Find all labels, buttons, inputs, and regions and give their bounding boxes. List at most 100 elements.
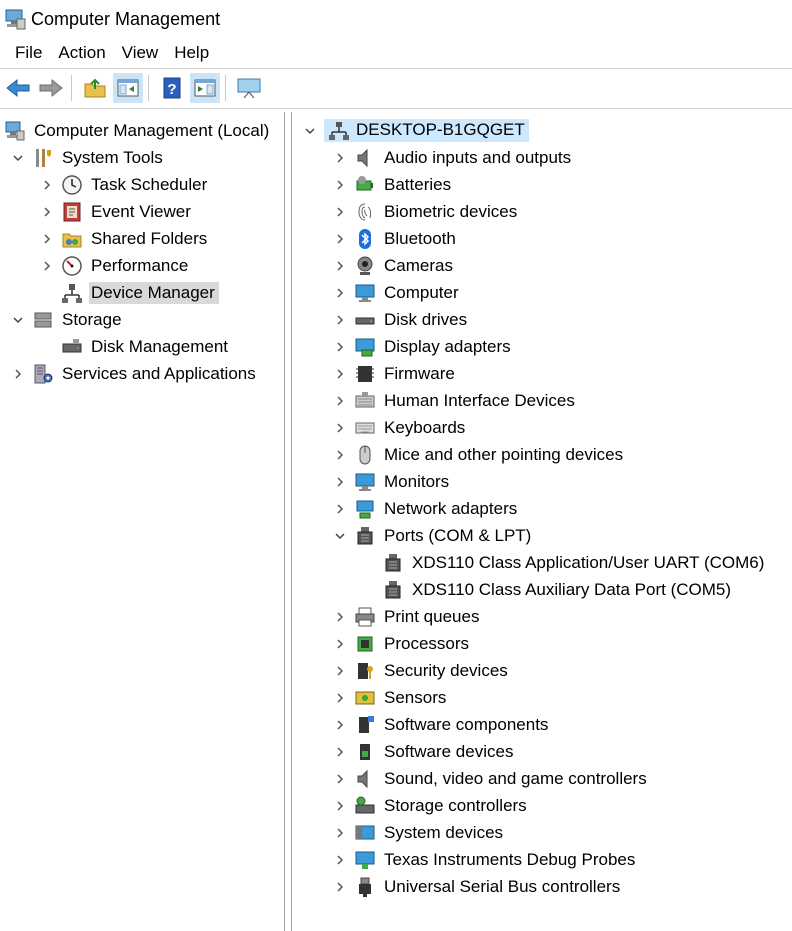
chevron-right-icon[interactable] (332, 231, 348, 247)
chevron-right-icon[interactable] (332, 771, 348, 787)
device-category-item[interactable]: Biometric devices (332, 198, 521, 225)
computer-icon (354, 282, 376, 304)
chevron-right-icon[interactable] (332, 825, 348, 841)
back-arrow-icon[interactable] (3, 73, 33, 103)
device-category-item[interactable]: Bluetooth (332, 225, 460, 252)
chevron-right-icon[interactable] (332, 420, 348, 436)
device-category-item[interactable]: Texas Instruments Debug Probes (332, 846, 639, 873)
chevron-right-icon[interactable] (332, 798, 348, 814)
device-tree-pane[interactable]: DESKTOP-B1GQGET Audio inputs and outputs… (291, 112, 792, 931)
device-category-item[interactable]: Storage controllers (332, 792, 531, 819)
chevron-right-icon[interactable] (39, 204, 55, 220)
device-category-item[interactable]: Network adapters (332, 495, 521, 522)
chevron-right-icon[interactable] (332, 474, 348, 490)
chevron-right-icon[interactable] (332, 177, 348, 193)
device-category-item[interactable]: Security devices (332, 657, 512, 684)
device-root-node[interactable]: DESKTOP-B1GQGET (302, 117, 529, 144)
menu-view[interactable]: View (114, 43, 167, 63)
tree-node-computer-management[interactable]: Computer Management (Local) (4, 117, 273, 144)
device-category-item[interactable]: Batteries (332, 171, 455, 198)
title-bar: Computer Management (0, 0, 792, 38)
chevron-right-icon[interactable] (332, 312, 348, 328)
chevron-right-icon[interactable] (332, 150, 348, 166)
show-hide-console-tree-icon[interactable] (113, 73, 143, 103)
chevron-down-icon[interactable] (10, 150, 26, 166)
device-category-item[interactable]: Mice and other pointing devices (332, 441, 627, 468)
device-category-item[interactable]: Software components (332, 711, 552, 738)
chevron-down-icon[interactable] (332, 528, 348, 544)
device-category-item[interactable]: Sensors (332, 684, 450, 711)
device-category-item[interactable]: Human Interface Devices (332, 387, 579, 414)
tree-node-shared-folders[interactable]: Shared Folders (39, 225, 211, 252)
menu-file[interactable]: File (0, 43, 50, 63)
device-category-label: System devices (384, 822, 504, 842)
console-tree-pane[interactable]: Computer Management (Local) System Tools… (0, 112, 285, 931)
security-device-icon (354, 660, 376, 682)
device-category-item[interactable]: Firmware (332, 360, 459, 387)
tree-node-event-viewer[interactable]: Event Viewer (39, 198, 195, 225)
port-device-item[interactable]: XDS110 Class Application/User UART (COM6… (360, 549, 768, 576)
show-hide-action-pane-icon[interactable] (190, 73, 220, 103)
toolbar-divider (0, 108, 792, 109)
chevron-right-icon[interactable] (332, 690, 348, 706)
tree-label: Performance (91, 255, 189, 275)
device-category-item[interactable]: Print queues (332, 603, 483, 630)
device-category-label: Disk drives (384, 309, 468, 329)
chevron-right-icon[interactable] (10, 366, 26, 382)
tree-node-device-manager[interactable]: Device Manager (39, 279, 219, 306)
device-category-item[interactable]: Audio inputs and outputs (332, 144, 575, 171)
device-category-item[interactable]: Software devices (332, 738, 517, 765)
tree-node-task-scheduler[interactable]: Task Scheduler (39, 171, 211, 198)
tree-label: Storage (62, 309, 122, 329)
device-category-item[interactable]: Computer (332, 279, 463, 306)
tree-node-disk-management[interactable]: Disk Management (39, 333, 232, 360)
tree-node-storage[interactable]: Storage (10, 306, 126, 333)
tree-label: Computer Management (Local) (34, 120, 270, 140)
tree-node-system-tools[interactable]: System Tools (10, 144, 167, 171)
device-category-label: Software devices (384, 741, 514, 761)
device-category-item[interactable]: Disk drives (332, 306, 471, 333)
chevron-right-icon[interactable] (332, 636, 348, 652)
device-category-item[interactable]: Processors (332, 630, 473, 657)
chevron-right-icon[interactable] (332, 609, 348, 625)
chevron-right-icon[interactable] (332, 285, 348, 301)
menu-help[interactable]: Help (166, 43, 217, 63)
chevron-right-icon[interactable] (332, 339, 348, 355)
chevron-right-icon[interactable] (332, 501, 348, 517)
hid-icon (354, 390, 376, 412)
tree-node-performance[interactable]: Performance (39, 252, 192, 279)
chevron-right-icon[interactable] (332, 744, 348, 760)
chevron-right-icon[interactable] (332, 204, 348, 220)
device-manager-icon (61, 282, 83, 304)
menu-divider (0, 68, 792, 69)
chevron-right-icon[interactable] (39, 258, 55, 274)
port-device-item[interactable]: XDS110 Class Auxiliary Data Port (COM5) (360, 576, 735, 603)
device-category-item[interactable]: Display adapters (332, 333, 515, 360)
monitor-icon[interactable] (234, 73, 264, 103)
chevron-right-icon[interactable] (332, 258, 348, 274)
device-category-item[interactable]: Universal Serial Bus controllers (332, 873, 624, 900)
up-folder-icon[interactable] (80, 73, 110, 103)
chevron-right-icon[interactable] (39, 177, 55, 193)
chevron-right-icon[interactable] (332, 717, 348, 733)
chevron-right-icon[interactable] (332, 366, 348, 382)
chevron-down-icon[interactable] (302, 123, 318, 139)
device-category-label: Bluetooth (384, 228, 456, 248)
device-category-item[interactable]: Cameras (332, 252, 457, 279)
menu-action[interactable]: Action (50, 43, 113, 63)
chevron-right-icon[interactable] (332, 663, 348, 679)
chevron-right-icon[interactable] (332, 447, 348, 463)
device-category-item[interactable]: Ports (COM & LPT) (332, 522, 535, 549)
device-category-item[interactable]: Sound, video and game controllers (332, 765, 651, 792)
forward-arrow-icon[interactable] (36, 73, 66, 103)
chevron-right-icon[interactable] (39, 231, 55, 247)
chevron-right-icon[interactable] (332, 852, 348, 868)
chevron-right-icon[interactable] (332, 393, 348, 409)
help-icon[interactable]: ? (157, 73, 187, 103)
device-category-item[interactable]: Keyboards (332, 414, 469, 441)
chevron-right-icon[interactable] (332, 879, 348, 895)
tree-node-services-applications[interactable]: Services and Applications (10, 360, 260, 387)
device-category-item[interactable]: Monitors (332, 468, 453, 495)
chevron-down-icon[interactable] (10, 312, 26, 328)
device-category-item[interactable]: System devices (332, 819, 507, 846)
